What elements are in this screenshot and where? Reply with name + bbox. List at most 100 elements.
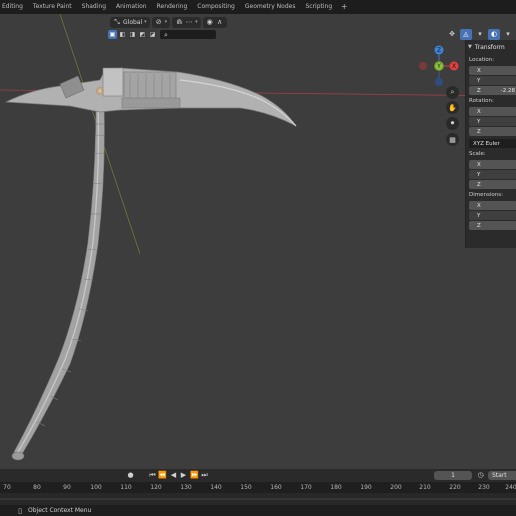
scale-x-field[interactable]: X — [469, 160, 516, 169]
transform-orientation-dropdown[interactable]: ⤡ Global ▾ — [110, 16, 150, 28]
location-y-field[interactable]: Y — [469, 76, 516, 85]
viewport-search-input[interactable]: ⌕ — [160, 30, 216, 39]
jump-to-start-icon[interactable]: ⏮ — [148, 471, 157, 480]
magnet-icon: ⋒ — [176, 18, 183, 26]
tab-compositing[interactable]: Compositing — [192, 0, 240, 14]
keyframe-dot-icon[interactable]: ● — [126, 471, 135, 480]
transform-panel-header[interactable]: ▼ Transform — [468, 42, 516, 52]
scythe-handle — [11, 103, 106, 461]
tab-uv-editing[interactable]: V Editing — [0, 0, 28, 14]
tab-scripting[interactable]: Scripting — [300, 0, 337, 14]
axis-label: Y — [477, 212, 481, 219]
mode-icon-3[interactable]: ◨ — [128, 30, 137, 39]
current-frame-field[interactable]: 1 — [434, 471, 472, 480]
axis-label: X — [477, 202, 481, 209]
axis-label: X — [477, 108, 481, 115]
camera-icon[interactable]: ⏺ — [446, 117, 459, 130]
dimensions-y-field[interactable]: Y — [469, 211, 516, 220]
tab-shading[interactable]: Shading — [77, 0, 111, 14]
ruler-tick: 220 — [449, 484, 461, 491]
jump-to-end-icon[interactable]: ⏭ — [200, 471, 209, 480]
chevron-down-icon: ▾ — [144, 19, 147, 25]
pan-hand-icon[interactable]: ✋ — [446, 101, 459, 114]
axis-label: X — [477, 161, 481, 168]
location-x-field[interactable]: X — [469, 66, 516, 75]
xray-icon[interactable]: ▾ — [474, 29, 486, 40]
show-gizmo-icon[interactable]: ✥ — [446, 29, 458, 40]
axis-label: Z — [477, 128, 481, 135]
gizmo-x-negative[interactable] — [419, 62, 427, 70]
dimensions-label: Dimensions: — [469, 192, 503, 198]
grid-icon[interactable]: ▦ — [446, 133, 459, 146]
axis-label: X — [477, 67, 481, 74]
3d-viewport[interactable]: ⤡ Global ▾ ⊘ ▾ ⋒ ⋯ ▾ ◉ ∧ ▣ ◧ ◨ ◩ ◪ ⌕ ✥ ◬… — [0, 14, 516, 469]
clock-icon[interactable]: ◷ — [476, 471, 485, 480]
snap-dropdown[interactable]: ⋒ ⋯ ▾ — [172, 16, 201, 28]
status-bar: ▯ Object Context Menu — [0, 505, 516, 516]
location-z-field[interactable]: Z -2.28 — [469, 86, 516, 95]
axis-label: Z — [477, 87, 481, 94]
chevron-down-icon: ▾ — [164, 19, 168, 25]
add-workspace-button[interactable]: + — [339, 2, 349, 12]
proportional-editing-icon: ◉ — [206, 18, 213, 26]
play-reverse-icon[interactable]: ◀ — [169, 471, 178, 480]
proportional-editing-toggle[interactable]: ◉ ∧ — [202, 16, 227, 28]
frame-ruler[interactable]: 70 80 90 100 110 120 130 140 150 160 170… — [0, 482, 516, 493]
gizmo-z-label: Z — [437, 47, 441, 54]
scale-y-field[interactable]: Y — [469, 170, 516, 179]
shading-menu-icon[interactable]: ▾ — [502, 29, 514, 40]
snap-icon: ⋯ — [185, 18, 193, 26]
select-box-icon[interactable]: ▣ — [108, 30, 117, 39]
dimensions-z-field[interactable]: Z — [469, 221, 516, 230]
rotation-label: Rotation: — [469, 98, 494, 104]
jump-to-next-keyframe-icon[interactable]: ⏩ — [190, 471, 199, 480]
rotation-y-field[interactable]: Y — [469, 117, 516, 126]
axis-label: Y — [477, 171, 481, 178]
axis-label: Y — [477, 77, 481, 84]
tab-rendering[interactable]: Rendering — [152, 0, 193, 14]
zoom-icon[interactable]: ⌕ — [446, 86, 459, 99]
timeline-scrollbar[interactable] — [0, 498, 516, 500]
ruler-tick: 150 — [240, 484, 252, 491]
gizmo-z-negative[interactable] — [435, 78, 443, 86]
status-context-text: Object Context Menu — [28, 507, 92, 514]
ruler-tick: 100 — [90, 484, 102, 491]
tab-animation[interactable]: Animation — [111, 0, 152, 14]
scythe-head — [4, 67, 297, 127]
ruler-tick: 200 — [390, 484, 402, 491]
rotation-mode-select[interactable]: XYZ Euler — [469, 139, 516, 148]
start-frame-field[interactable]: Start — [488, 471, 516, 480]
tab-texture-paint[interactable]: Texture Paint — [28, 0, 77, 14]
workspace-tab-bar: V Editing Texture Paint Shading Animatio… — [0, 0, 516, 14]
rotation-x-field[interactable]: X — [469, 107, 516, 116]
timeline-track[interactable] — [0, 493, 516, 505]
ruler-tick: 140 — [210, 484, 222, 491]
pivot-icon: ⊘ — [155, 18, 162, 26]
gizmo-y-label: Y — [436, 63, 441, 70]
mode-icon-2[interactable]: ◧ — [118, 30, 127, 39]
scale-z-field[interactable]: Z — [469, 180, 516, 189]
ruler-tick: 190 — [360, 484, 372, 491]
play-icon[interactable]: ▶ — [179, 471, 188, 480]
rotation-z-field[interactable]: Z — [469, 127, 516, 136]
mode-icon-4[interactable]: ◩ — [138, 30, 147, 39]
ruler-tick: 170 — [300, 484, 312, 491]
mode-icon-5[interactable]: ◪ — [148, 30, 157, 39]
pivot-point-dropdown[interactable]: ⊘ ▾ — [151, 16, 171, 28]
jump-to-previous-keyframe-icon[interactable]: ⏪ — [158, 471, 167, 480]
falloff-icon: ∧ — [217, 18, 223, 26]
search-icon: ⌕ — [164, 30, 168, 39]
scale-label: Scale: — [469, 151, 486, 157]
timeline-editor: ● ⏮ ⏪ ◀ ▶ ⏩ ⏭ 1 ◷ Start 70 80 90 100 110… — [0, 469, 516, 505]
location-label: Location: — [469, 57, 495, 63]
tab-geometry-nodes[interactable]: Geometry Nodes — [240, 0, 301, 14]
axis-label: Y — [477, 118, 481, 125]
dimensions-x-field[interactable]: X — [469, 201, 516, 210]
playback-controls-bar: ● ⏮ ⏪ ◀ ▶ ⏩ ⏭ 1 ◷ Start — [0, 469, 516, 482]
transform-panel: ▼ Transform Location: X Y Z -2.28 Rotatio… — [465, 40, 516, 248]
overlays-icon[interactable]: ◬ — [460, 28, 472, 40]
ruler-tick: 80 — [33, 484, 41, 491]
shading-icon[interactable]: ◐ — [488, 28, 500, 40]
transform-panel-title: Transform — [474, 43, 505, 51]
ruler-tick: 230 — [478, 484, 490, 491]
